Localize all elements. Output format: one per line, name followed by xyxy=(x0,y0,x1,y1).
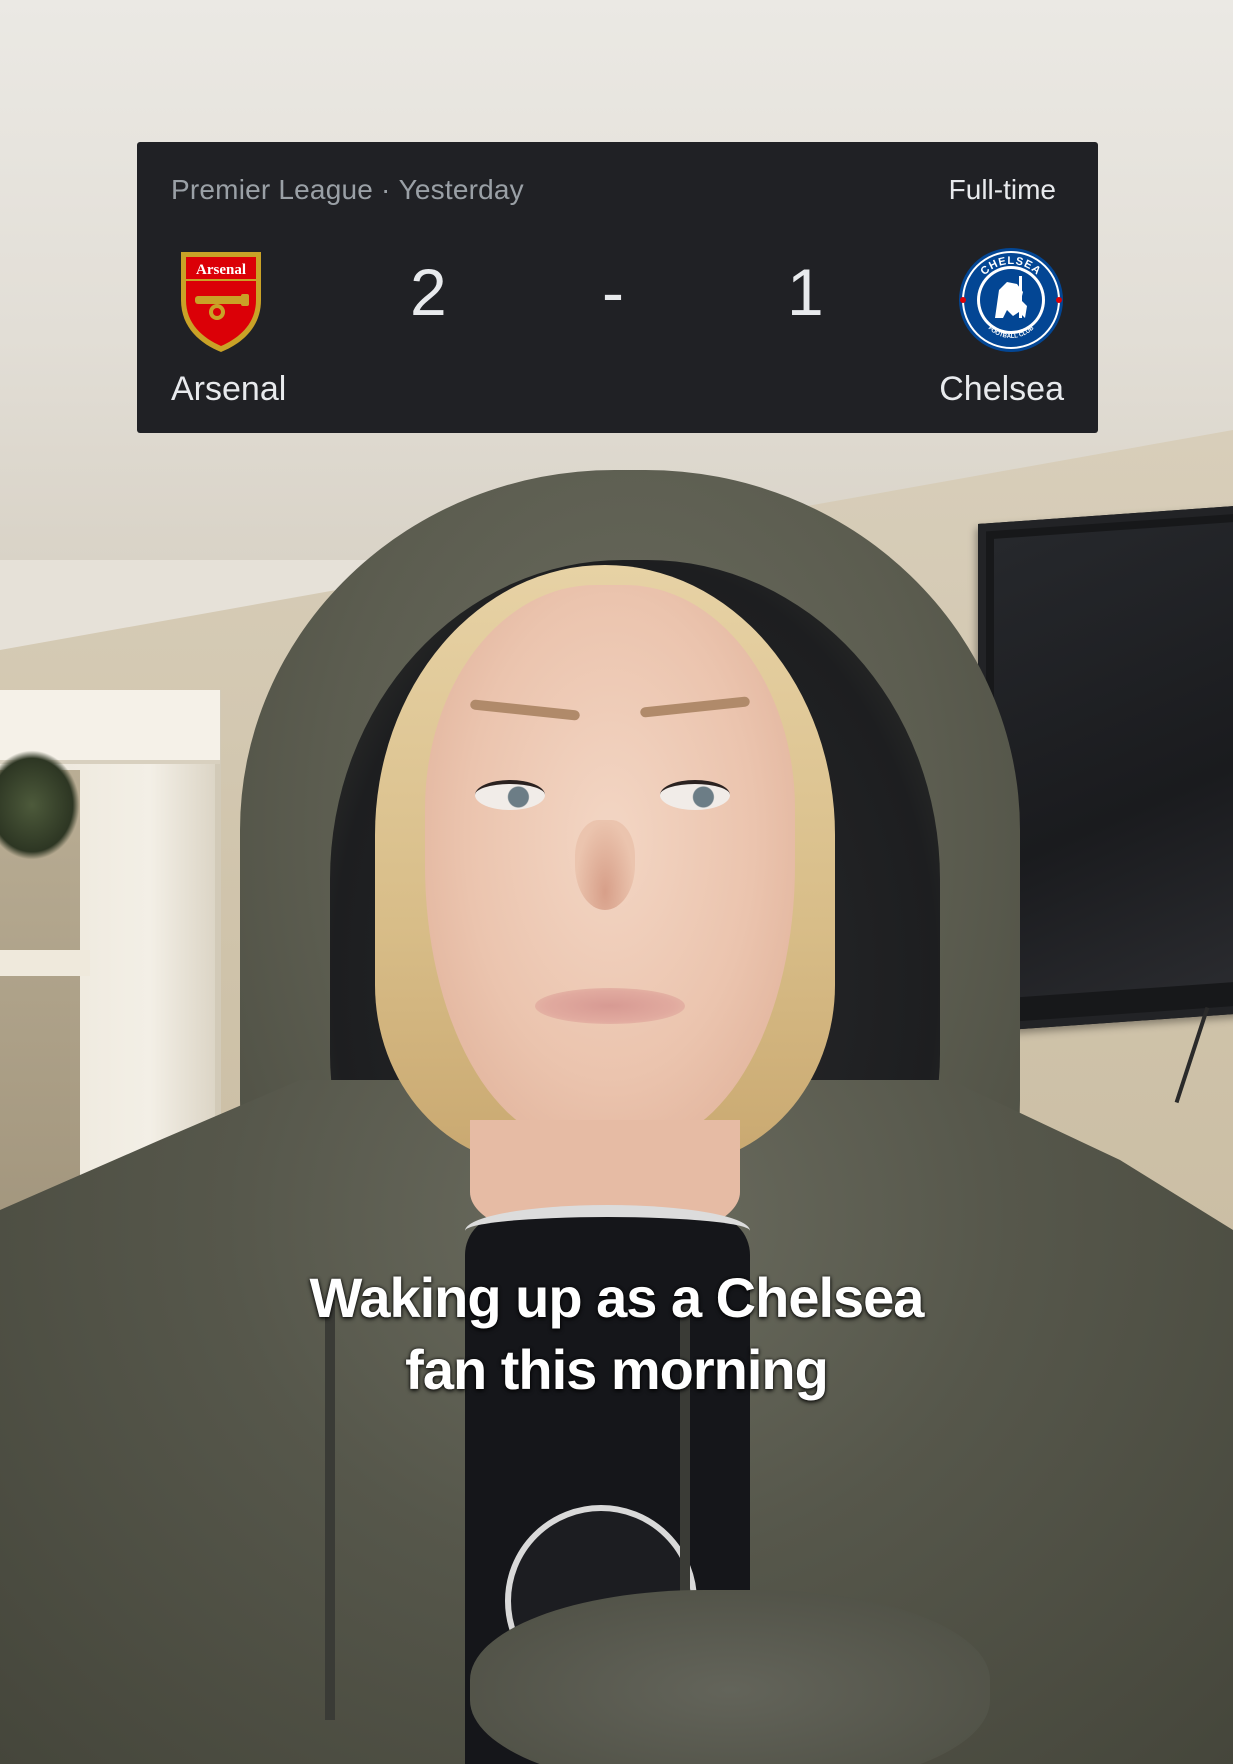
match-date: Yesterday xyxy=(398,174,524,205)
right-eye xyxy=(660,780,730,810)
chelsea-crest-icon: CHELSEA FOOTBALL CLUB xyxy=(959,248,1063,352)
nose xyxy=(575,820,635,910)
home-team-name: Arsenal xyxy=(171,370,287,408)
match-status: Full-time xyxy=(948,174,1056,205)
away-score: 1 xyxy=(787,255,824,329)
score-dash: - xyxy=(602,255,624,329)
plant xyxy=(0,750,80,860)
caption-line-2: fan this morning xyxy=(405,1338,829,1401)
shirt-collar xyxy=(465,1205,750,1257)
left-eye xyxy=(475,780,545,810)
away-team-name: Chelsea xyxy=(939,370,1064,408)
info-separator: · xyxy=(381,174,391,205)
home-score: 2 xyxy=(410,255,447,329)
match-info: Premier League · Yesterday xyxy=(171,174,524,206)
competition-label: Premier League xyxy=(171,174,374,205)
caption-line-1: Waking up as a Chelsea xyxy=(309,1266,925,1329)
match-score-card[interactable]: Premier League · Yesterday Full-time Arsen… xyxy=(137,142,1098,433)
video-caption: Waking up as a Chelsea fan this morning xyxy=(0,1262,1233,1406)
crossed-arm xyxy=(470,1590,990,1764)
arsenal-crest-icon: Arsenal xyxy=(181,252,261,352)
arsenal-crest-text: Arsenal xyxy=(196,262,246,278)
mouth xyxy=(535,988,685,1024)
